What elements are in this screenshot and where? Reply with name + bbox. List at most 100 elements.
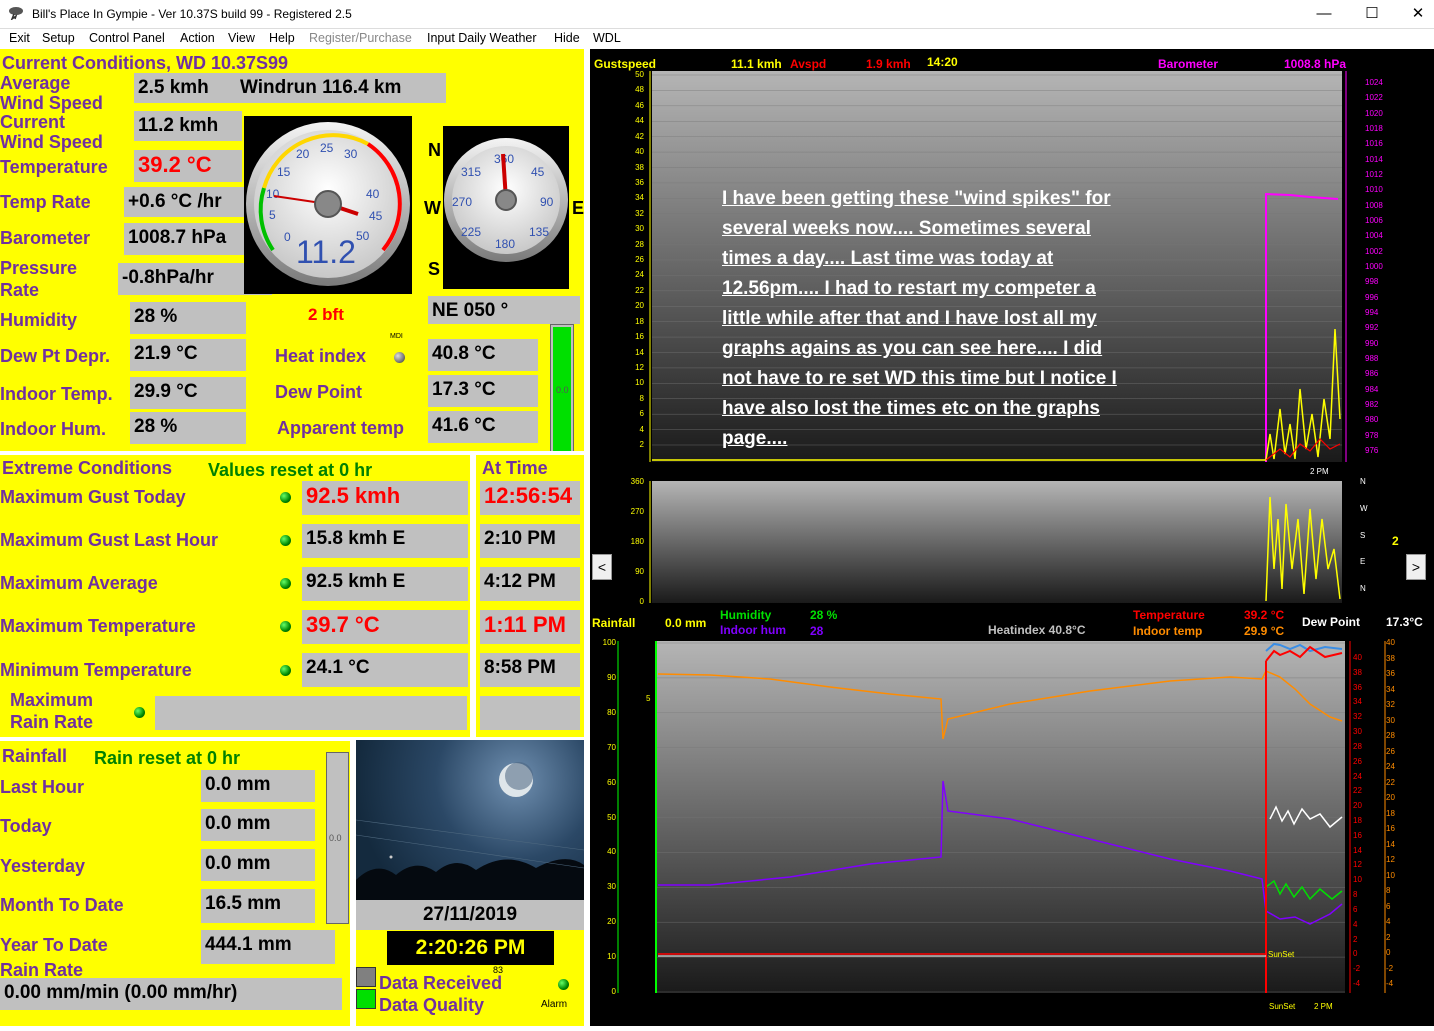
- max-rainrate-label-1: Maximum: [10, 690, 94, 710]
- axis-tick-label: 36: [635, 177, 644, 187]
- menu-setup[interactable]: Setup: [42, 31, 75, 45]
- alarm-label: Alarm: [541, 999, 568, 1010]
- extreme-indicator-0: [280, 492, 291, 503]
- svg-text:270: 270: [452, 195, 472, 209]
- menu-control-panel[interactable]: Control Panel: [89, 31, 165, 45]
- axis-tick-label: 100: [602, 638, 616, 647]
- axis-tick-label: 4: [1353, 919, 1358, 929]
- annotation-overlay: I have been getting these "wind spikes" …: [722, 184, 1262, 454]
- axis-tick-label: 1006: [1365, 216, 1383, 225]
- apparent-label: Apparent temp: [277, 418, 405, 438]
- indoortemp-value: 29.9 °C: [130, 377, 246, 409]
- menu-action[interactable]: Action: [180, 31, 215, 45]
- menu-help[interactable]: Help: [269, 31, 295, 45]
- axis-tick-label: 982: [1365, 400, 1379, 409]
- right-panel: Gustspeed 11.1 kmh Avspd 1.9 kmh 14:20 B…: [590, 49, 1434, 1026]
- axis-tick-label: 986: [1365, 369, 1379, 379]
- rain-graph-label: Rainfall: [592, 616, 636, 630]
- svg-text:5: 5: [269, 208, 276, 222]
- compass-east-label: E: [572, 198, 585, 218]
- dewpoint-label: Dew Point: [275, 382, 363, 402]
- axis-tick-label: 6: [639, 409, 644, 419]
- pressrate-label-1: Pressure: [0, 258, 78, 278]
- separator: [476, 451, 584, 455]
- axis-tick-label: 16: [635, 332, 644, 342]
- axis-tick-label: 22: [1353, 786, 1362, 796]
- svg-text:45: 45: [531, 165, 545, 179]
- axis-tick-label: 2: [639, 440, 644, 449]
- axis-tick-label: 12: [635, 362, 644, 372]
- axis-tick-label: 0: [1386, 948, 1391, 957]
- svg-text:50: 50: [356, 229, 370, 243]
- extreme-label-2: Maximum Average: [0, 573, 158, 593]
- graph-scroll-left-button[interactable]: <: [592, 554, 612, 580]
- axis-tick-label: 18: [1353, 816, 1362, 825]
- axis-tick-label: 38: [1353, 667, 1362, 677]
- menu-hide[interactable]: Hide: [554, 31, 580, 45]
- axis-tick-label: 978: [1365, 430, 1379, 440]
- menu-register[interactable]: Register/Purchase: [309, 31, 412, 45]
- axis-tick-label: 4: [1386, 917, 1391, 926]
- extreme-time-0: 12:56:54: [480, 481, 580, 515]
- axis-tick-label: 44: [635, 116, 644, 126]
- graph-scroll-right-button[interactable]: >: [1406, 554, 1426, 580]
- rain-label-2: Yesterday: [0, 856, 86, 876]
- axis-tick-label: 990: [1365, 338, 1379, 348]
- heatindex-value: 40.8 °C: [428, 339, 538, 371]
- axis-tick-label: 270: [630, 507, 644, 516]
- axis-tick-label: N: [1360, 477, 1366, 486]
- axis-tick-label: 30: [607, 882, 616, 892]
- axis-tick-label: 32: [1386, 700, 1395, 709]
- axis-tick-label: 26: [635, 255, 644, 264]
- axis-tick-label: -2: [1386, 963, 1394, 973]
- svg-text:40: 40: [366, 187, 380, 201]
- axis-tick-label: 994: [1365, 308, 1379, 317]
- at-time-heading: At Time: [482, 458, 548, 478]
- maximize-button[interactable]: ☐: [1357, 4, 1387, 24]
- axis-tick-label: 980: [1365, 415, 1379, 425]
- extreme-time-4: 8:58 PM: [480, 653, 580, 687]
- baro-graph-value: 1008.8 hPa: [1284, 57, 1347, 71]
- dewpoint-graph-label: Dew Point: [1302, 615, 1361, 629]
- axis-tick-label: 70: [607, 742, 616, 752]
- menu-view[interactable]: View: [228, 31, 255, 45]
- annotation-line: 12.56pm.... I had to restart my competer…: [722, 278, 1096, 299]
- svg-text:15: 15: [277, 165, 291, 179]
- annotation-line: graphs agains as you can see here.... I …: [722, 338, 1103, 359]
- extreme-indicator-2: [280, 578, 291, 589]
- rainfall-heading: Rainfall: [2, 746, 68, 766]
- svg-text:90: 90: [540, 195, 554, 209]
- max-rainrate-label-2: Rain Rate: [10, 712, 94, 732]
- moon-picture: [356, 762, 584, 900]
- axis-tick-label: 1014: [1365, 154, 1383, 164]
- axis-tick-label: 48: [635, 85, 644, 95]
- gauge-speed-readout: 11.2: [296, 234, 356, 270]
- direction-graph-background: [652, 481, 1342, 603]
- axis-tick-label: 36: [1353, 682, 1362, 692]
- extreme-value-4: 24.1 °C: [302, 653, 468, 687]
- avg-wind-value: 2.5 kmh: [134, 73, 238, 103]
- axis-tick-label: 1020: [1365, 108, 1383, 118]
- menu-exit[interactable]: Exit: [9, 31, 30, 45]
- extreme-time-1: 2:10 PM: [480, 524, 580, 558]
- alarm-indicator[interactable]: [558, 979, 569, 990]
- axis-tick-label: 38: [1386, 653, 1395, 663]
- minimize-button[interactable]: —: [1309, 4, 1339, 24]
- axis-tick-label: 996: [1365, 292, 1379, 302]
- webcam-image[interactable]: [356, 740, 584, 900]
- menu-wdl[interactable]: WDL: [593, 31, 621, 45]
- close-button[interactable]: ✕: [1403, 4, 1433, 24]
- menu-input-daily-weather[interactable]: Input Daily Weather: [427, 31, 537, 45]
- axis-tick-label: 1008: [1365, 200, 1383, 210]
- pressrate-label-2: Rate: [0, 280, 40, 300]
- axis-tick-label: 38: [635, 162, 644, 172]
- left-panel: Current Conditions, WD 10.37S99 Average …: [0, 49, 590, 1026]
- extreme-value-3: 39.7 °C: [302, 610, 468, 644]
- svg-text:10: 10: [266, 187, 280, 201]
- extreme-value-0: 92.5 kmh: [302, 481, 468, 515]
- svg-text:25: 25: [320, 141, 334, 155]
- axis-tick-label: 1018: [1365, 124, 1383, 133]
- extreme-indicator-3: [280, 621, 291, 632]
- graph-time: 14:20: [927, 55, 958, 69]
- sunset-label-axis: SunSet: [1269, 1002, 1296, 1011]
